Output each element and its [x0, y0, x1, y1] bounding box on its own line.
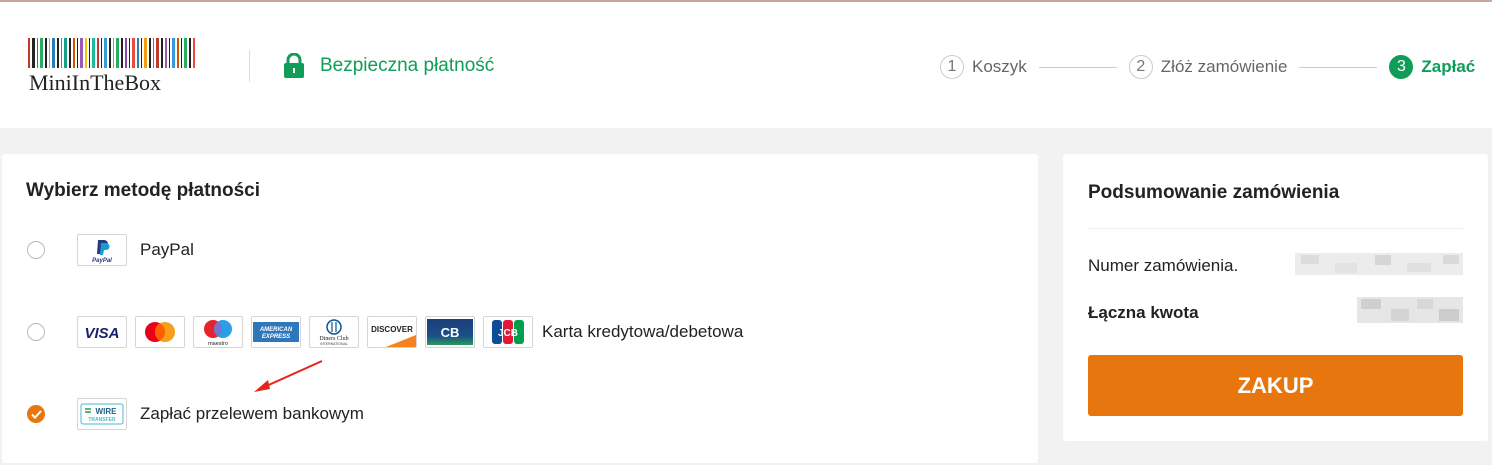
- step-connector: [1038, 66, 1117, 68]
- site-logo[interactable]: MiniInTheBox: [28, 38, 198, 98]
- amex-badge-text-1: AMERICAN: [259, 327, 293, 333]
- step-label: Złóż zamówienie: [1160, 57, 1288, 76]
- summary-divider: [1088, 228, 1463, 229]
- logo-text: MiniInTheBox: [29, 70, 161, 95]
- cb-icon: CB: [425, 316, 475, 348]
- paypal-radio[interactable]: [27, 241, 45, 259]
- page-header: MiniInTheBox Bezpieczna płatność 1 Koszy…: [0, 2, 1492, 128]
- step-cart[interactable]: 1 Koszyk: [940, 55, 1027, 79]
- order-number-label: Numer zamówienia.: [1088, 256, 1239, 275]
- payment-method-title: Wybierz metodę płatności: [26, 180, 261, 201]
- visa-badge-text: VISA: [84, 325, 119, 342]
- payment-method-panel: Wybierz metodę płatności PayPal PayPal V…: [2, 154, 1038, 463]
- wire-transfer-label: Zapłać przelewem bankowym: [140, 404, 364, 423]
- diners-badge-text-2: INTERNATIONAL: [320, 342, 348, 346]
- maestro-icon: maestro: [193, 316, 243, 348]
- card-radio[interactable]: [27, 323, 45, 341]
- mastercard-icon: [135, 316, 185, 348]
- order-number-blurred-value: [1295, 253, 1463, 275]
- discover-icon: DISCOVER: [367, 316, 417, 348]
- wire-badge-text-1: WIRE: [96, 407, 118, 416]
- order-summary-title: Podsumowanie zamówienia: [1088, 182, 1340, 203]
- barcode-logo-icon: [28, 38, 195, 68]
- payment-option-wire-transfer[interactable]: WIRE TRANSFER Zapłać przelewem bankowym: [2, 394, 1002, 434]
- payment-option-paypal[interactable]: PayPal PayPal: [2, 230, 1002, 270]
- total-amount-label: Łączna kwota: [1088, 303, 1199, 322]
- checkmark-icon: [31, 410, 42, 419]
- checkout-steps: 1 Koszyk 2 Złóż zamówienie 3 Zapłać: [940, 54, 1475, 80]
- jcb-icon: JCB: [483, 316, 533, 348]
- step-number: 3: [1389, 55, 1414, 79]
- discover-badge-text: DISCOVER: [371, 325, 413, 334]
- header-divider: [249, 50, 250, 82]
- step-number: 1: [940, 55, 964, 79]
- jcb-badge-text: JCB: [498, 328, 518, 339]
- payment-option-card[interactable]: VISA maestro AMERICAN EXPRESS Diners Clu…: [2, 312, 1002, 352]
- purchase-button[interactable]: ZAKUP: [1088, 355, 1463, 416]
- wire-transfer-icon: WIRE TRANSFER: [77, 398, 127, 430]
- paypal-icon: PayPal: [77, 234, 127, 266]
- wire-transfer-radio[interactable]: [27, 405, 45, 423]
- card-label: Karta kredytowa/debetowa: [542, 322, 744, 341]
- lock-icon: [284, 53, 304, 78]
- step-label: Zapłać: [1421, 57, 1476, 76]
- secure-payment-label: Bezpieczna płatność: [320, 55, 495, 76]
- paypal-label: PayPal: [140, 240, 194, 259]
- cb-badge-text: CB: [441, 325, 460, 340]
- step-connector: [1299, 66, 1378, 68]
- step-label: Koszyk: [972, 57, 1027, 76]
- maestro-badge-text: maestro: [208, 341, 228, 347]
- diners-club-icon: Diners Club INTERNATIONAL: [309, 316, 359, 348]
- step-number: 2: [1128, 55, 1153, 79]
- american-express-icon: AMERICAN EXPRESS: [251, 316, 301, 348]
- annotation-arrow-icon: [254, 360, 323, 392]
- step-pay: 3 Zapłać: [1389, 55, 1475, 79]
- amex-badge-text-2: EXPRESS: [262, 334, 290, 340]
- secure-payment-indicator: Bezpieczna płatność: [283, 52, 494, 80]
- step-place-order[interactable]: 2 Złóż zamówienie: [1128, 55, 1288, 79]
- paypal-badge-text: PayPal: [92, 258, 112, 264]
- total-amount-blurred-value: [1357, 297, 1463, 323]
- visa-icon: VISA: [77, 316, 127, 348]
- wire-badge-text-2: TRANSFER: [88, 417, 116, 423]
- order-summary-panel: Podsumowanie zamówienia Numer zamówienia…: [1063, 154, 1488, 441]
